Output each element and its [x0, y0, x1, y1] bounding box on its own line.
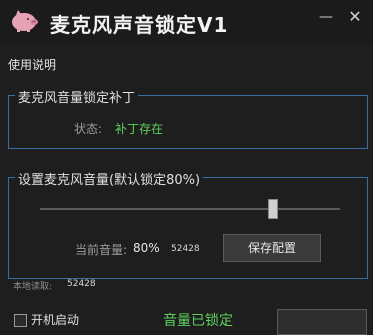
app-title: 麦克风声音锁定V1 — [50, 13, 229, 37]
volume-setting-group: 设置麦克风音量(默认锁定80%) 当前音量: 80% 52428 保存配置 本地… — [8, 169, 368, 292]
menu-item-help[interactable]: 使用说明 — [8, 56, 56, 73]
minimize-button[interactable]: — — [314, 8, 338, 26]
menu-bar: 使用说明 — [0, 44, 373, 82]
local-read-value: 52428 — [67, 279, 96, 289]
pig-icon — [12, 10, 38, 32]
current-volume-label: 当前音量: — [75, 243, 128, 257]
autostart-checkbox[interactable] — [14, 314, 27, 327]
status-value: 补丁存在 — [115, 122, 164, 136]
lock-patch-group-title: 麦克风音量锁定补丁 — [15, 87, 139, 106]
locked-status: 音量已锁定 — [163, 313, 233, 329]
current-volume-value: 80% — [133, 241, 160, 255]
save-config-button[interactable]: 保存配置 — [223, 234, 321, 262]
raw-volume-value: 52428 — [171, 244, 200, 254]
volume-slider[interactable] — [40, 208, 340, 210]
local-read-label: 本地读取: — [13, 282, 53, 292]
title-bar: 麦克风声音锁定V1 — ✕ — [0, 0, 373, 44]
close-button[interactable]: ✕ — [343, 8, 367, 26]
lock-patch-group: 麦克风音量锁定补丁 状态: 补丁存在 — [8, 87, 368, 149]
status-label: 状态: — [74, 122, 103, 136]
bottom-button[interactable] — [277, 309, 367, 335]
volume-slider-handle[interactable] — [268, 199, 278, 219]
volume-setting-group-title: 设置麦克风音量(默认锁定80%) — [15, 169, 204, 188]
